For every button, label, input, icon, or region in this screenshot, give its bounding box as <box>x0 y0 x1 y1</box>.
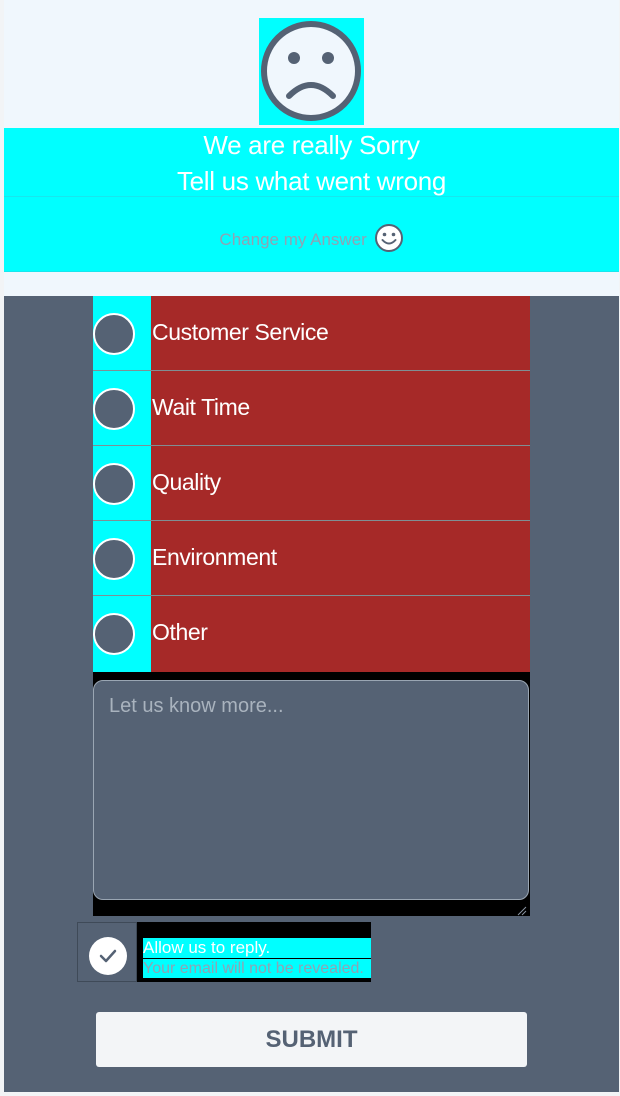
option-environment[interactable]: Environment <box>93 521 530 596</box>
divider <box>4 271 619 272</box>
option-customer-service[interactable]: Customer Service <box>93 296 530 371</box>
reply-text: Allow us to reply. Your email will not b… <box>137 922 371 982</box>
checkmark-icon[interactable] <box>89 937 127 975</box>
smile-icon <box>374 223 404 258</box>
allow-reply-checkbox[interactable]: Allow us to reply. Your email will not b… <box>77 922 371 982</box>
option-label: Wait Time <box>152 394 250 420</box>
radio-button[interactable] <box>93 388 135 430</box>
feedback-panel: We are really Sorry Tell us what went wr… <box>4 0 619 1092</box>
option-label: Other <box>152 619 208 645</box>
submit-button[interactable]: SUBMIT <box>96 1012 527 1067</box>
comment-container <box>93 672 530 916</box>
radio-button[interactable] <box>93 313 135 355</box>
reply-label: Allow us to reply. <box>143 938 371 958</box>
option-label: Environment <box>152 544 277 570</box>
change-answer-label: Change my Answer <box>219 229 367 249</box>
radio-button[interactable] <box>93 463 135 505</box>
checkbox-cell[interactable] <box>77 922 137 982</box>
option-label: Customer Service <box>152 319 329 345</box>
sorry-banner: We are really Sorry Tell us what went wr… <box>4 128 619 272</box>
divider <box>4 196 619 197</box>
resize-handle-icon[interactable] <box>517 903 527 916</box>
radio-button[interactable] <box>93 613 135 655</box>
comment-textarea[interactable] <box>93 680 529 900</box>
option-wait-time[interactable]: Wait Time <box>93 371 530 446</box>
change-answer-link[interactable]: Change my Answer <box>4 223 619 258</box>
reply-note: Your email will not be revealed. <box>143 959 371 978</box>
page-title: We are really Sorry <box>203 130 420 160</box>
reason-options: Customer Service Wait Time Quality Envir… <box>93 296 530 672</box>
page-subtitle: Tell us what went wrong <box>176 166 447 196</box>
option-quality[interactable]: Quality <box>93 446 530 521</box>
option-label: Quality <box>152 469 221 495</box>
radio-button[interactable] <box>93 538 135 580</box>
header-area: We are really Sorry Tell us what went wr… <box>4 0 619 296</box>
option-other[interactable]: Other <box>93 596 530 672</box>
sad-face-icon <box>259 18 364 125</box>
